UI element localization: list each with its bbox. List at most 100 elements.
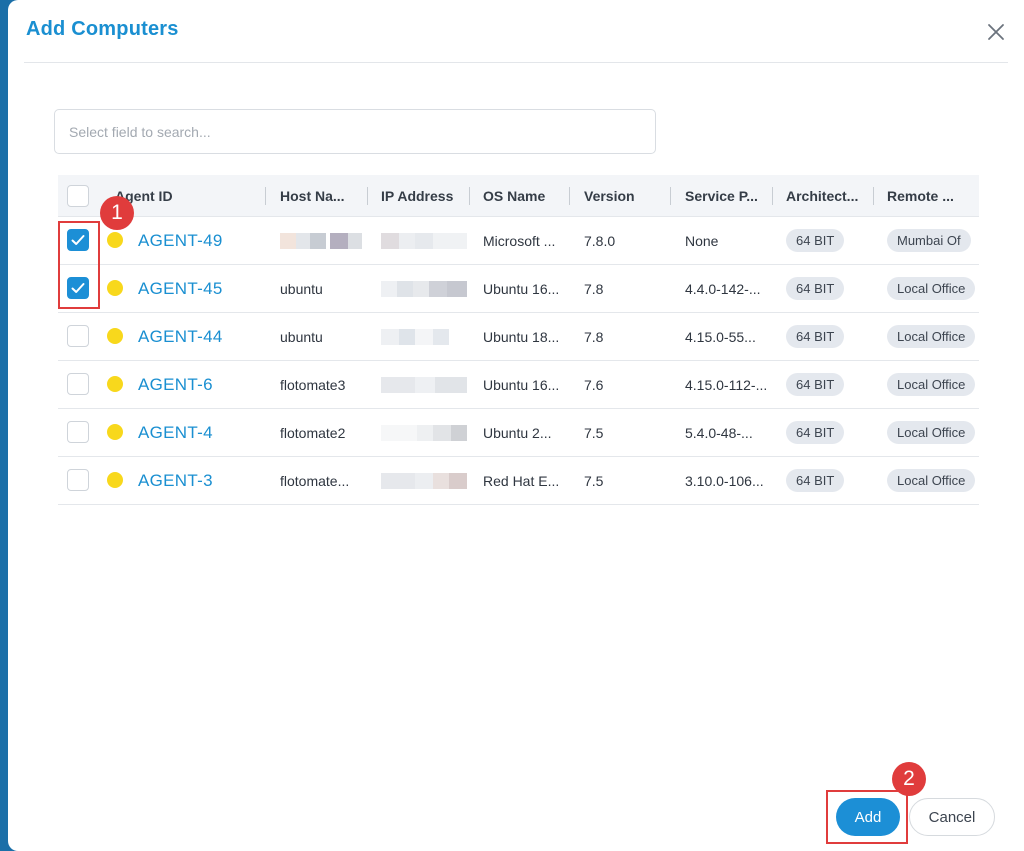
table-row[interactable]: AGENT-4 flotomate2 Ubuntu 2... 7.5 5.4.0… [58, 409, 979, 457]
version-cell: 7.5 [584, 424, 604, 441]
agent-id-link[interactable]: AGENT-6 [138, 361, 263, 408]
table-row[interactable]: AGENT-49 Microsoft ... 7.8.0 None 64 BIT… [58, 217, 979, 265]
version-cell: 7.5 [584, 472, 604, 489]
select-all-checkbox[interactable] [67, 185, 89, 207]
os-name-cell: Microsoft ... [483, 232, 556, 249]
architecture-cell: 64 BIT [786, 409, 872, 456]
column-separator [873, 187, 874, 205]
host-name-cell: ubuntu [280, 280, 323, 297]
remote-office-badge: Local Office [887, 421, 976, 444]
architecture-badge: 64 BIT [786, 325, 845, 348]
row-checkbox[interactable] [67, 373, 89, 395]
column-header-service-pack[interactable]: Service P... [685, 175, 773, 216]
agent-id-link[interactable]: AGENT-4 [138, 409, 263, 456]
ip-address-redacted [381, 361, 467, 408]
status-dot-icon [107, 328, 123, 344]
host-name-cell: flotomate2 [280, 424, 346, 441]
remote-office-cell: Mumbai Of [887, 217, 979, 264]
os-name-cell: Red Hat E... [483, 472, 560, 489]
architecture-badge: 64 BIT [786, 373, 845, 396]
remote-office-badge: Local Office [887, 277, 976, 300]
architecture-cell: 64 BIT [786, 265, 872, 312]
row-checkbox[interactable] [67, 469, 89, 491]
column-header-architecture[interactable]: Architect... [786, 175, 874, 216]
title-divider [24, 62, 1008, 63]
architecture-badge: 64 BIT [786, 277, 845, 300]
host-name-redacted [280, 217, 366, 264]
search-input[interactable] [54, 109, 656, 154]
architecture-cell: 64 BIT [786, 457, 872, 504]
host-name-cell: ubuntu [280, 328, 323, 345]
table-row[interactable]: AGENT-45 ubuntu Ubuntu 16... 7.8 4.4.0-1… [58, 265, 979, 313]
column-separator [670, 187, 671, 205]
column-header-remote-office[interactable]: Remote ... [887, 175, 979, 216]
column-separator [367, 187, 368, 205]
ip-address-redacted [381, 217, 467, 264]
service-pack-cell: 4.15.0-112-... [685, 376, 768, 393]
table-row[interactable]: AGENT-44 ubuntu Ubuntu 18... 7.8 4.15.0-… [58, 313, 979, 361]
status-dot-icon [107, 232, 123, 248]
row-checkbox[interactable] [67, 325, 89, 347]
architecture-badge: 64 BIT [786, 421, 845, 444]
column-header-host-name[interactable]: Host Na... [280, 175, 368, 216]
remote-office-cell: Local Office [887, 313, 979, 360]
architecture-badge: 64 BIT [786, 229, 845, 252]
os-name-cell: Ubuntu 18... [483, 328, 560, 345]
row-checkbox[interactable] [67, 421, 89, 443]
ip-address-redacted [381, 265, 467, 312]
status-dot-icon [107, 376, 123, 392]
architecture-cell: 64 BIT [786, 217, 872, 264]
ip-address-redacted [381, 409, 467, 456]
annotation-step-1-badge: 1 [100, 196, 134, 230]
column-header-ip-address[interactable]: IP Address [381, 175, 469, 216]
remote-office-cell: Local Office [887, 457, 979, 504]
version-cell: 7.8 [584, 328, 604, 345]
remote-office-cell: Local Office [887, 361, 979, 408]
host-name-cell: flotomate... [280, 472, 350, 489]
version-cell: 7.6 [584, 376, 604, 393]
table-row[interactable]: AGENT-3 flotomate... Red Hat E... 7.5 3.… [58, 457, 979, 505]
os-name-cell: Ubuntu 2... [483, 424, 552, 441]
remote-office-badge: Mumbai Of [887, 229, 971, 252]
ip-address-redacted [381, 457, 467, 504]
remote-office-badge: Local Office [887, 469, 976, 492]
column-separator [772, 187, 773, 205]
column-header-os-name[interactable]: OS Name [483, 175, 569, 216]
os-name-cell: Ubuntu 16... [483, 280, 560, 297]
add-computers-dialog: Add Computers Agent ID Host Na... IP Add… [8, 0, 1024, 851]
agent-id-link[interactable]: AGENT-3 [138, 457, 263, 504]
architecture-cell: 64 BIT [786, 313, 872, 360]
status-dot-icon [107, 424, 123, 440]
service-pack-cell: 5.4.0-48-... [685, 424, 753, 441]
os-name-cell: Ubuntu 16... [483, 376, 560, 393]
architecture-badge: 64 BIT [786, 469, 845, 492]
service-pack-cell: 4.15.0-55... [685, 328, 756, 345]
status-dot-icon [107, 472, 123, 488]
table-row[interactable]: AGENT-6 flotomate3 Ubuntu 16... 7.6 4.15… [58, 361, 979, 409]
annotation-highlight-checkboxes [58, 221, 100, 309]
add-button[interactable]: Add [836, 798, 900, 836]
agent-id-link[interactable]: AGENT-49 [138, 217, 263, 264]
agent-id-link[interactable]: AGENT-45 [138, 265, 263, 312]
remote-office-cell: Local Office [887, 409, 979, 456]
computers-table: Agent ID Host Na... IP Address OS Name V… [58, 175, 979, 505]
service-pack-cell: 4.4.0-142-... [685, 280, 761, 297]
close-icon[interactable] [986, 22, 1006, 42]
annotation-step-2-badge: 2 [892, 762, 926, 796]
dialog-title: Add Computers [26, 18, 179, 40]
agent-id-link[interactable]: AGENT-44 [138, 313, 263, 360]
column-separator [469, 187, 470, 205]
host-name-cell: flotomate3 [280, 376, 346, 393]
table-header: Agent ID Host Na... IP Address OS Name V… [58, 175, 979, 217]
remote-office-badge: Local Office [887, 325, 976, 348]
status-dot-icon [107, 280, 123, 296]
ip-address-redacted [381, 313, 467, 360]
service-pack-cell: 3.10.0-106... [685, 472, 764, 489]
column-separator [569, 187, 570, 205]
column-header-version[interactable]: Version [584, 175, 670, 216]
service-pack-cell: None [685, 232, 719, 249]
column-header-agent-id[interactable]: Agent ID [115, 175, 265, 216]
column-separator [265, 187, 266, 205]
cancel-button[interactable]: Cancel [909, 798, 995, 836]
architecture-cell: 64 BIT [786, 361, 872, 408]
